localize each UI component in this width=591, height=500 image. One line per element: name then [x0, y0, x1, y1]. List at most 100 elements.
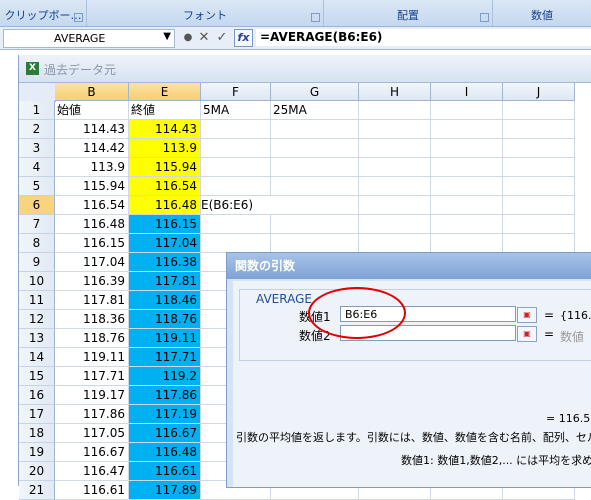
column-header-f[interactable]: F [201, 83, 271, 101]
cell-j1[interactable] [503, 101, 575, 120]
cell-e6[interactable]: 116.48 [129, 196, 201, 215]
cell-e10[interactable]: 117.81 [129, 272, 201, 291]
cell-b12[interactable]: 118.36 [55, 310, 129, 329]
cell-f1[interactable]: 5MA [201, 101, 271, 120]
column-header-h[interactable]: H [359, 83, 431, 101]
row-header[interactable]: 3 [19, 139, 55, 158]
cell-b18[interactable]: 117.05 [55, 424, 129, 443]
cell-e1[interactable]: 終値 [129, 101, 201, 120]
row-header[interactable]: 20 [19, 462, 55, 481]
cell-g7[interactable] [271, 215, 359, 234]
cell-b9[interactable]: 117.04 [55, 253, 129, 272]
cell-e5[interactable]: 116.54 [129, 177, 201, 196]
cell-f5[interactable] [201, 177, 271, 196]
cell-f3[interactable] [201, 139, 271, 158]
dialog-title[interactable]: 関数の引数 [227, 253, 591, 279]
row-header[interactable]: 13 [19, 329, 55, 348]
cell-f8[interactable] [201, 234, 271, 253]
column-header-j[interactable]: J [503, 83, 575, 101]
cell-e16[interactable]: 117.86 [129, 386, 201, 405]
row-header[interactable]: 5 [19, 177, 55, 196]
cancel-icon[interactable]: ✕ [196, 30, 212, 46]
enter-icon[interactable]: ✓ [214, 30, 230, 46]
cell-e14[interactable]: 117.71 [129, 348, 201, 367]
dialog-launcher-icon[interactable] [480, 13, 489, 22]
cell-b15[interactable]: 117.71 [55, 367, 129, 386]
cell-b7[interactable]: 116.48 [55, 215, 129, 234]
cell-j6[interactable] [503, 196, 575, 215]
insert-function-button[interactable]: fx [234, 29, 253, 47]
cell-j3[interactable] [503, 139, 575, 158]
cell-e17[interactable]: 117.19 [129, 405, 201, 424]
cell-h6[interactable] [359, 196, 431, 215]
cell-b13[interactable]: 118.76 [55, 329, 129, 348]
column-header-e[interactable]: E [129, 83, 201, 101]
cell-b19[interactable]: 116.67 [55, 443, 129, 462]
collapse-dialog-icon[interactable]: ▣ [517, 307, 537, 323]
cell-g5[interactable] [271, 177, 359, 196]
cell-h5[interactable] [359, 177, 431, 196]
cell-g6[interactable] [271, 196, 359, 215]
cell-f2[interactable] [201, 120, 271, 139]
cell-b20[interactable]: 116.47 [55, 462, 129, 481]
cell-i5[interactable] [431, 177, 503, 196]
row-header[interactable]: 1 [19, 101, 55, 120]
cell-i6[interactable] [431, 196, 503, 215]
cell-e7[interactable]: 116.15 [129, 215, 201, 234]
cell-b3[interactable]: 114.42 [55, 139, 129, 158]
cell-e19[interactable]: 116.48 [129, 443, 201, 462]
cell-e4[interactable]: 115.94 [129, 158, 201, 177]
cell-b14[interactable]: 119.11 [55, 348, 129, 367]
cell-f7[interactable] [201, 215, 271, 234]
row-header[interactable]: 18 [19, 424, 55, 443]
row-header[interactable]: 19 [19, 443, 55, 462]
column-header-i[interactable]: I [431, 83, 503, 101]
row-header[interactable]: 14 [19, 348, 55, 367]
cell-g2[interactable] [271, 120, 359, 139]
cell-j5[interactable] [503, 177, 575, 196]
row-header[interactable]: 15 [19, 367, 55, 386]
cell-b8[interactable]: 116.15 [55, 234, 129, 253]
row-header[interactable]: 16 [19, 386, 55, 405]
dialog-launcher-icon[interactable] [311, 13, 320, 22]
cell-e2[interactable]: 114.43 [129, 120, 201, 139]
cell-e15[interactable]: 119.2 [129, 367, 201, 386]
dialog-launcher-icon[interactable] [74, 13, 83, 22]
row-header[interactable]: 2 [19, 120, 55, 139]
cell-i1[interactable] [431, 101, 503, 120]
cell-e12[interactable]: 118.76 [129, 310, 201, 329]
cell-b1[interactable]: 始値 [55, 101, 129, 120]
cell-h2[interactable] [359, 120, 431, 139]
cell-e8[interactable]: 117.04 [129, 234, 201, 253]
cell-i3[interactable] [431, 139, 503, 158]
row-header[interactable]: 8 [19, 234, 55, 253]
cell-b16[interactable]: 119.17 [55, 386, 129, 405]
cell-b11[interactable]: 117.81 [55, 291, 129, 310]
cell-b2[interactable]: 114.43 [55, 120, 129, 139]
cell-e9[interactable]: 116.38 [129, 253, 201, 272]
cell-i4[interactable] [431, 158, 503, 177]
cell-i7[interactable] [431, 215, 503, 234]
column-header-b[interactable]: B [55, 83, 129, 101]
cell-b10[interactable]: 116.39 [55, 272, 129, 291]
row-header[interactable]: 10 [19, 272, 55, 291]
cell-g3[interactable] [271, 139, 359, 158]
cell-b4[interactable]: 113.9 [55, 158, 129, 177]
cell-b17[interactable]: 117.86 [55, 405, 129, 424]
row-header[interactable]: 11 [19, 291, 55, 310]
cell-b6[interactable]: 116.54 [55, 196, 129, 215]
row-header[interactable]: 12 [19, 310, 55, 329]
cell-g1[interactable]: 25MA [271, 101, 359, 120]
row-header[interactable]: 7 [19, 215, 55, 234]
chevron-down-icon[interactable]: ▼ [163, 31, 171, 42]
row-header[interactable]: 17 [19, 405, 55, 424]
row-header[interactable]: 6 [19, 196, 55, 215]
column-header-g[interactable]: G [271, 83, 359, 101]
cell-j7[interactable] [503, 215, 575, 234]
cell-f4[interactable] [201, 158, 271, 177]
cell-b21[interactable]: 116.61 [55, 481, 129, 500]
cell-f6[interactable]: E(B6:E6) [201, 196, 271, 215]
cell-g8[interactable] [271, 234, 359, 253]
cell-h1[interactable] [359, 101, 431, 120]
row-header[interactable]: 21 [19, 481, 55, 500]
